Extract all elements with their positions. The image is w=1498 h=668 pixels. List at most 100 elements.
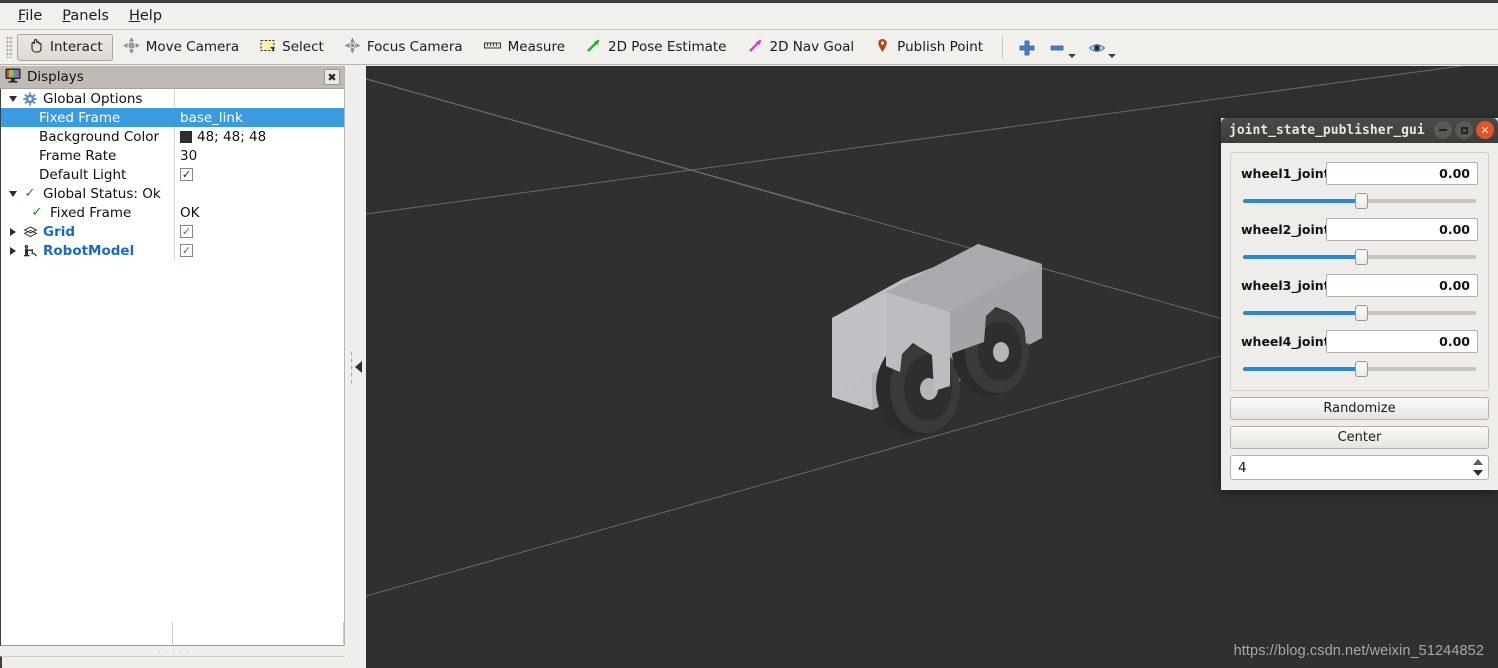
tool-2d-pose-estimate[interactable]: 2D Pose Estimate xyxy=(575,34,736,61)
toolbar: Interact Move Camera Select Focus Camera xyxy=(0,30,1498,65)
joint-slider-wheel4[interactable] xyxy=(1241,361,1478,377)
collapse-left-arrow-icon[interactable] xyxy=(354,361,362,373)
rviz-window: File Panels Help Interact Move Camera Se… xyxy=(0,0,1498,668)
tool-select[interactable]: Select xyxy=(249,34,334,61)
close-button[interactable]: ✕ xyxy=(1476,121,1494,139)
tree-value-frame-rate[interactable]: 30 xyxy=(174,146,344,165)
slider-fill xyxy=(1243,199,1360,203)
eye-icon xyxy=(1088,39,1106,61)
joint-state-publisher-window[interactable]: joint_state_publisher_gui ✕ wheel1_joint… xyxy=(1221,118,1498,490)
gear-icon xyxy=(21,89,39,108)
tree-row-frame-rate[interactable]: Frame Rate 30 xyxy=(1,146,344,165)
displays-title-bar: Displays ✖ xyxy=(0,66,344,89)
tree-row-grid[interactable]: Grid ✓ xyxy=(1,222,344,241)
default-light-checkbox[interactable]: ✓ xyxy=(180,168,193,181)
maximize-button[interactable] xyxy=(1455,121,1473,139)
jsp-window-buttons: ✕ xyxy=(1434,121,1494,139)
chevron-down-icon[interactable] xyxy=(1068,53,1077,58)
slider-thumb[interactable] xyxy=(1354,193,1368,209)
slider-thumb[interactable] xyxy=(1354,361,1368,377)
joint-value-field[interactable]: 0.00 xyxy=(1326,274,1478,297)
footer-left-box xyxy=(1,622,173,646)
joint-slider-wheel1[interactable] xyxy=(1241,193,1478,209)
tree-value-robotmodel: ✓ xyxy=(174,241,344,260)
tree-value-fixed-frame[interactable]: base_link xyxy=(174,108,344,127)
joint-row-wheel3: wheel3_joint 0.00 xyxy=(1241,274,1478,321)
close-icon[interactable]: ✖ xyxy=(324,69,340,85)
slider-fill xyxy=(1243,255,1360,259)
expander-down-icon[interactable] xyxy=(5,184,21,203)
joint-label: wheel1_joint xyxy=(1241,166,1330,181)
tree-row-fixed-frame[interactable]: Fixed Frame base_link xyxy=(1,108,344,127)
chevron-down-icon[interactable] xyxy=(1108,53,1117,58)
menu-file[interactable]: File xyxy=(8,5,52,27)
expander-right-icon[interactable] xyxy=(5,241,21,260)
horizontal-splitter[interactable] xyxy=(1,648,344,656)
expander-down-icon[interactable] xyxy=(5,89,21,108)
tree-label: Global Options xyxy=(43,90,143,107)
tree-value-background-color[interactable]: 48; 48; 48 xyxy=(174,127,344,146)
tool-move-camera-label: Move Camera xyxy=(145,39,240,55)
tree-label: Grid xyxy=(43,223,76,240)
tool-publish-point[interactable]: Publish Point xyxy=(864,34,993,61)
status-ok-check-icon: ✓ xyxy=(31,205,43,220)
tool-interact-label: Interact xyxy=(50,39,103,55)
maximize-icon xyxy=(1460,126,1468,134)
tree-row-global-status[interactable]: ✓ Global Status: Ok xyxy=(1,184,344,203)
monitor-icon xyxy=(5,68,21,87)
add-tool-button[interactable] xyxy=(1012,34,1042,61)
joint-slider-wheel2[interactable] xyxy=(1241,249,1478,265)
color-swatch-icon[interactable] xyxy=(180,130,192,143)
tool-focus-camera[interactable]: Focus Camera xyxy=(334,34,473,61)
move-camera-icon xyxy=(123,36,140,58)
spinbox-arrows xyxy=(1470,457,1486,478)
panel-collapse-handle[interactable] xyxy=(345,66,366,668)
footer-right-box xyxy=(172,622,344,646)
joint-count-spinbox[interactable]: 4 xyxy=(1230,455,1489,480)
spinbox-down-icon[interactable] xyxy=(1473,469,1483,476)
tree-row-status-fixed-frame[interactable]: ✓ Fixed Frame OK xyxy=(1,203,344,222)
tool-interact[interactable]: Interact xyxy=(17,33,113,61)
tree-value-grid: ✓ xyxy=(174,222,344,241)
display-tree[interactable]: Global Options Fixed Frame base_link Bac… xyxy=(0,89,344,622)
tree-label: RobotModel xyxy=(43,242,135,259)
tree-row-robotmodel[interactable]: RobotModel ✓ xyxy=(1,241,344,260)
joint-value-field[interactable]: 0.00 xyxy=(1326,330,1478,353)
toolbar-grip[interactable] xyxy=(6,36,13,58)
remove-tool-button[interactable] xyxy=(1042,34,1082,61)
ruler-icon xyxy=(483,37,502,58)
focus-camera-icon xyxy=(344,37,361,58)
tree-row-default-light[interactable]: Default Light ✓ xyxy=(1,165,344,184)
jsp-title-bar[interactable]: joint_state_publisher_gui ✕ xyxy=(1221,118,1498,143)
slider-thumb[interactable] xyxy=(1354,249,1368,265)
tree-row-background-color[interactable]: Background Color 48; 48; 48 xyxy=(1,127,344,146)
tree-value-default-light: ✓ xyxy=(174,165,344,184)
close-icon: ✕ xyxy=(1480,123,1490,137)
views-button[interactable] xyxy=(1082,34,1122,61)
tree-label: Background Color xyxy=(39,128,160,145)
tree-value xyxy=(174,184,344,203)
tool-2d-nav-goal[interactable]: 2D Nav Goal xyxy=(737,34,865,61)
tool-measure[interactable]: Measure xyxy=(473,34,575,61)
center-button[interactable]: Center xyxy=(1230,426,1489,449)
randomize-button[interactable]: Randomize xyxy=(1230,397,1489,420)
tool-2d-nav-goal-label: 2D Nav Goal xyxy=(769,39,855,55)
grid-icon xyxy=(21,222,39,241)
grid-checkbox[interactable]: ✓ xyxy=(180,225,193,238)
menu-panels[interactable]: Panels xyxy=(52,5,119,27)
magenta-arrow-icon xyxy=(747,37,764,58)
slider-thumb[interactable] xyxy=(1354,305,1368,321)
robotmodel-checkbox[interactable]: ✓ xyxy=(180,244,193,257)
joint-value-field[interactable]: 0.00 xyxy=(1326,218,1478,241)
tree-row-global-options[interactable]: Global Options xyxy=(1,89,344,108)
tool-move-camera[interactable]: Move Camera xyxy=(113,34,249,61)
expander-right-icon[interactable] xyxy=(5,222,21,241)
jsp-body: wheel1_joint 0.00 wheel2_joint 0.00 whee… xyxy=(1221,143,1498,489)
tree-label: Fixed Frame xyxy=(50,204,132,221)
joint-slider-wheel3[interactable] xyxy=(1241,305,1478,321)
minimize-button[interactable] xyxy=(1434,121,1452,139)
spinbox-up-icon[interactable] xyxy=(1473,459,1483,466)
displays-title-label: Displays xyxy=(27,69,84,85)
menu-help[interactable]: Help xyxy=(119,5,172,27)
joint-value-field[interactable]: 0.00 xyxy=(1326,162,1478,185)
